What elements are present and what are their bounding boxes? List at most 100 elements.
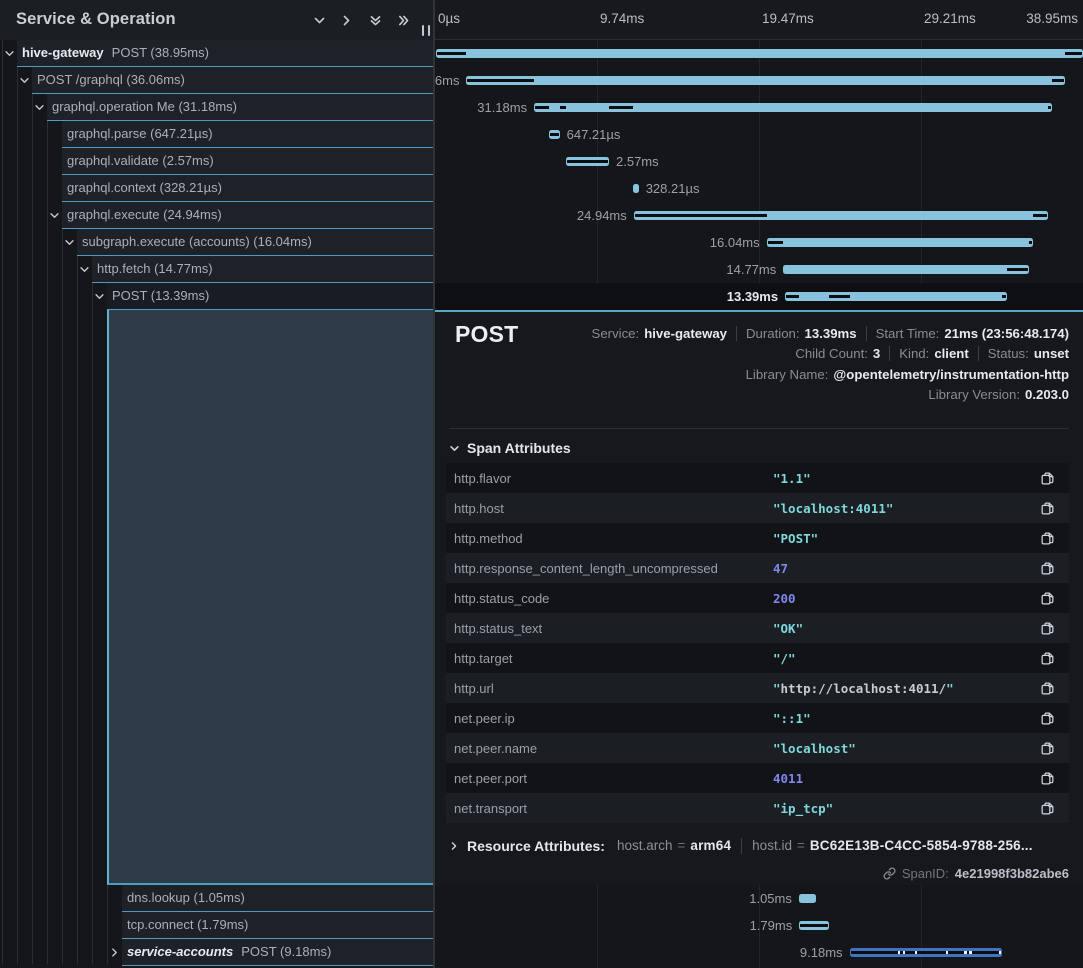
- span-meta-line: Library Name: @opentelemetry/instrumentat…: [746, 364, 1069, 385]
- copy-icon[interactable]: [1032, 583, 1062, 613]
- attribute-row: net.transport"ip_tcp": [446, 793, 1069, 823]
- copy-icon[interactable]: [1032, 673, 1062, 703]
- span-operation-label: graphql.context (328.21µs): [67, 180, 222, 195]
- attribute-value: "/": [773, 651, 1032, 666]
- span-bar[interactable]: [783, 265, 1028, 275]
- attribute-key: net.peer.name: [446, 741, 773, 756]
- span-meta-line: Child Count:3Kind:clientStatus:unset: [795, 344, 1069, 365]
- meta-value: 3: [873, 346, 880, 361]
- span-row[interactable]: graphql.parse (647.21µs): [62, 121, 434, 148]
- span-attributes-header[interactable]: Span Attributes: [449, 436, 571, 460]
- child-span-tick: [999, 951, 1001, 954]
- indent-guide: [17, 40, 18, 964]
- copy-icon[interactable]: [1032, 493, 1062, 523]
- chevron-down-icon[interactable]: [64, 237, 75, 248]
- span-bar[interactable]: [436, 49, 1083, 59]
- attribute-key: http.target: [446, 651, 773, 666]
- copy-icon[interactable]: [1032, 703, 1062, 733]
- span-operation-label: POST (38.95ms): [112, 45, 209, 60]
- span-row[interactable]: tcp.connect (1.79ms): [122, 912, 434, 939]
- span-row[interactable]: POST /graphql (36.06ms): [32, 67, 434, 94]
- span-row[interactable]: dns.lookup (1.05ms): [122, 885, 434, 912]
- collapse-one-icon[interactable]: [313, 14, 326, 27]
- attribute-value: "POST": [773, 531, 1032, 546]
- span-bar[interactable]: [633, 184, 638, 194]
- attribute-key: http.status_code: [446, 591, 773, 606]
- copy-icon[interactable]: [1032, 463, 1062, 493]
- collapse-all-icon[interactable]: [369, 14, 382, 27]
- span-bar-gap: [535, 106, 549, 109]
- span-row[interactable]: subgraph.execute (accounts) (16.04ms): [77, 229, 434, 256]
- span-operation-label: dns.lookup (1.05ms): [127, 890, 245, 905]
- attribute-row: http.host"localhost:4011": [446, 493, 1069, 523]
- copy-icon[interactable]: [1032, 553, 1062, 583]
- attribute-row: http.response_content_length_uncompresse…: [446, 553, 1069, 583]
- attribute-key: http.status_text: [446, 621, 773, 636]
- copy-icon[interactable]: [1032, 763, 1062, 793]
- copy-icon[interactable]: [1032, 733, 1062, 763]
- copy-icon[interactable]: [1032, 643, 1062, 673]
- span-operation-label: graphql.validate (2.57ms): [67, 153, 214, 168]
- meta-value: @opentelemetry/instrumentation-http: [833, 367, 1069, 382]
- span-operation-label: http.fetch (14.77ms): [97, 261, 213, 276]
- span-bar[interactable]: [785, 292, 1007, 302]
- attribute-row: net.peer.name"localhost": [446, 733, 1069, 763]
- chevron-down-icon[interactable]: [19, 75, 30, 86]
- span-duration-label: 24.94ms: [577, 202, 627, 229]
- span-row[interactable]: hive-gatewayPOST (38.95ms): [17, 40, 434, 67]
- span-operation-label: POST (13.39ms): [112, 288, 209, 303]
- span-bar-gap: [467, 79, 534, 82]
- span-row[interactable]: graphql.execute (24.94ms): [62, 202, 434, 229]
- span-row[interactable]: graphql.context (328.21µs): [62, 175, 434, 202]
- attribute-row: http.status_text"OK": [446, 613, 1069, 643]
- expand-one-icon[interactable]: [340, 14, 353, 27]
- span-row[interactable]: graphql.validate (2.57ms): [62, 148, 434, 175]
- span-duration-label: 328.21µs: [646, 175, 700, 202]
- span-bar-gap: [560, 106, 567, 109]
- chevron-down-icon[interactable]: [94, 291, 105, 302]
- meta-label: Service:: [592, 326, 640, 341]
- span-bar-gap: [609, 106, 633, 109]
- resource-separator: [741, 838, 742, 854]
- attribute-value: "localhost:4011": [773, 501, 1032, 516]
- child-span-tick: [969, 951, 971, 954]
- chevron-down-icon[interactable]: [49, 210, 60, 221]
- span-attributes-title: Span Attributes: [467, 440, 571, 456]
- copy-icon[interactable]: [1032, 613, 1062, 643]
- meta-label: Duration:: [746, 326, 800, 341]
- copy-icon[interactable]: [1032, 793, 1062, 823]
- attribute-row: http.status_code200: [446, 583, 1069, 613]
- span-bar-gap: [567, 160, 608, 163]
- chevron-down-icon[interactable]: [34, 102, 45, 113]
- attribute-value: 47: [773, 561, 1032, 576]
- span-row[interactable]: http.fetch (14.77ms): [92, 256, 434, 283]
- chevron-down-icon[interactable]: [4, 48, 15, 59]
- panel-resize-handle[interactable]: [422, 25, 430, 36]
- span-duration-label: 647.21µs: [567, 121, 621, 148]
- chevron-right-icon[interactable]: [109, 947, 120, 958]
- child-span-tick: [964, 951, 966, 954]
- chevron-down-icon[interactable]: [79, 264, 90, 275]
- span-bar[interactable]: [767, 238, 1033, 248]
- span-bar-gap: [1029, 241, 1032, 244]
- span-row[interactable]: service-accountsPOST (9.18ms): [122, 939, 434, 966]
- span-bar[interactable]: [799, 894, 816, 904]
- span-bar[interactable]: [466, 76, 1065, 86]
- child-span-tick: [915, 951, 917, 954]
- span-row[interactable]: graphql.operation Me (31.18ms): [47, 94, 434, 121]
- resource-equals: =: [672, 838, 690, 853]
- copy-icon[interactable]: [1032, 523, 1062, 553]
- span-operation-label: subgraph.execute (accounts) (16.04ms): [82, 234, 312, 249]
- link-icon[interactable]: [883, 867, 896, 880]
- span-detail-panel: POST Service:hive-gatewayDuration:13.39m…: [435, 310, 1083, 885]
- span-row[interactable]: POST (13.39ms): [107, 283, 434, 310]
- span-id-label: SpanID:: [902, 866, 949, 881]
- attribute-row: net.peer.ip"::1": [446, 703, 1069, 733]
- attribute-value: 200: [773, 591, 1032, 606]
- expand-all-icon[interactable]: [397, 14, 410, 27]
- span-bar-gap: [851, 951, 1001, 954]
- meta-label: Library Name:: [746, 367, 829, 382]
- chevron-down-icon: [449, 443, 460, 454]
- panel-divider[interactable]: [433, 0, 435, 968]
- resource-attributes-row[interactable]: Resource Attributes: host.arch=arm64host…: [449, 833, 1033, 859]
